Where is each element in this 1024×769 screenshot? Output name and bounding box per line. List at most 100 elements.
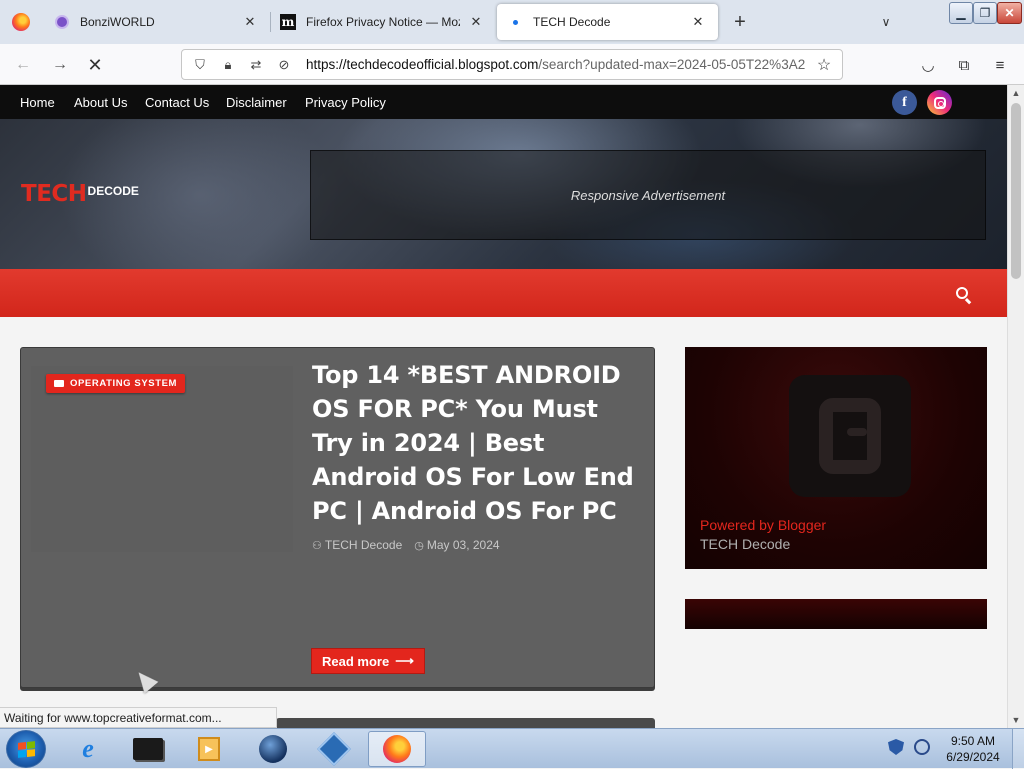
url-text[interactable]: https://techdecodeofficial.blogspot.com/…	[306, 57, 826, 72]
url-path: /search?updated-max=2024-05-05T22%3A2	[538, 57, 806, 72]
taskbar-virtualbox[interactable]	[310, 731, 358, 767]
advertisement-placeholder: Responsive Advertisement	[310, 150, 986, 240]
forward-button[interactable]: →	[47, 52, 73, 78]
minimize-button[interactable]: ▁	[949, 2, 973, 24]
firefox-view-button[interactable]	[0, 0, 42, 44]
nav-link-home[interactable]: Home	[20, 85, 55, 119]
facebook-icon[interactable]: f	[892, 90, 917, 115]
category-badge[interactable]: OPERATING SYSTEM	[46, 374, 186, 393]
post-title[interactable]: Top 14 *BEST ANDROID OS FOR PC* You Must…	[312, 358, 642, 528]
close-tab-icon[interactable]: ✕	[466, 12, 486, 32]
tab-tech-decode[interactable]: TECH Decode ✕	[497, 4, 718, 40]
folder-icon	[54, 380, 64, 387]
tab-title: TECH Decode	[533, 15, 611, 29]
tab-firefox-privacy[interactable]: m Firefox Privacy Notice — Mozill ✕	[270, 4, 496, 40]
scrollbar-thumb[interactable]	[1011, 103, 1021, 279]
loading-dot-icon	[507, 14, 523, 30]
ad-label: Responsive Advertisement	[570, 187, 726, 203]
site-logo[interactable]: TECH DECODE	[21, 181, 139, 207]
address-bar[interactable]: ⛉ 🔒︎ ⇄ ⊘ https://techdecodeofficial.blog…	[181, 49, 843, 80]
permissions-icon[interactable]: ⇄	[244, 53, 268, 77]
security-shield-icon[interactable]	[888, 739, 904, 755]
scroll-up-arrow-icon[interactable]: ▲	[1008, 85, 1024, 101]
globe-icon	[259, 735, 287, 763]
taskbar-media-player[interactable]: ▶	[185, 731, 233, 767]
navigation-toolbar: ← → ✕ ⛉ 🔒︎ ⇄ ⊘ https://techdecodeofficia…	[0, 44, 1024, 85]
virtualbox-icon	[317, 732, 351, 766]
mozilla-m-icon: m	[280, 14, 296, 30]
user-icon: ⚇	[312, 539, 322, 552]
show-desktop-button[interactable]	[1012, 729, 1024, 769]
page-scrollbar[interactable]: ▲ ▼	[1007, 85, 1024, 728]
scroll-down-arrow-icon[interactable]: ▼	[1008, 712, 1024, 728]
close-window-button[interactable]: ✕	[997, 2, 1022, 24]
firefox-icon	[12, 13, 30, 31]
pocket-icon[interactable]: ◡	[915, 52, 941, 78]
instagram-icon[interactable]	[927, 90, 952, 115]
taskbar-globe-app[interactable]	[249, 731, 297, 767]
taskbar-clock[interactable]: 9:50 AM 6/29/2024	[940, 733, 1006, 765]
tab-title: Firefox Privacy Notice — Mozill	[306, 15, 460, 29]
blogger-profile-widget: Powered by Blogger TECH Decode	[685, 347, 987, 569]
status-bar: Waiting for www.topcreativeformat.com...	[0, 707, 277, 728]
post-meta: ⚇ TECH Decode ◷ May 03, 2024	[312, 538, 500, 552]
windows-logo-icon	[17, 740, 35, 758]
network-icon[interactable]	[914, 739, 930, 755]
site-header: Home About Us Contact Us Disclaimer Priv…	[0, 85, 1007, 269]
list-all-tabs-button[interactable]: ∨	[876, 12, 896, 32]
tab-strip: BonziWORLD ✕ m Firefox Privacy Notice — …	[0, 0, 1024, 44]
bookmark-star-icon[interactable]: ☆	[812, 53, 836, 77]
media-player-icon: ▶	[198, 737, 220, 761]
stop-loading-button[interactable]: ✕	[82, 52, 108, 78]
tab-title: BonziWORLD	[80, 15, 155, 29]
clock-icon: ◷	[414, 539, 424, 552]
sidebar-widget-2	[685, 599, 987, 629]
author-name: TECH Decode	[324, 538, 403, 552]
tab-bonziworld[interactable]: BonziWORLD ✕	[44, 4, 271, 40]
clock-date: 6/29/2024	[946, 750, 1000, 764]
arrow-right-icon: ⟶	[395, 653, 414, 668]
featured-post-card: OPERATING SYSTEM Top 14 *BEST ANDROID OS…	[20, 347, 655, 688]
post-author[interactable]: ⚇ TECH Decode	[312, 538, 402, 552]
app-window-icon	[133, 738, 163, 760]
taskbar-app-window[interactable]	[124, 731, 172, 767]
bonzi-icon	[54, 14, 70, 30]
nav-link-disclaimer[interactable]: Disclaimer	[226, 85, 287, 119]
main-menu-bar	[0, 269, 1007, 317]
back-button[interactable]: ←	[10, 52, 36, 78]
hamburger-menu-icon[interactable]: ≡	[987, 52, 1013, 78]
next-post-card	[276, 718, 655, 728]
close-tab-icon[interactable]: ✕	[688, 12, 708, 32]
maximize-button[interactable]: ❐	[973, 2, 997, 24]
read-more-label: Read more	[322, 653, 390, 669]
close-tab-icon[interactable]: ✕	[240, 12, 260, 32]
category-label: OPERATING SYSTEM	[70, 378, 178, 389]
taskbar-internet-explorer[interactable]: e	[64, 731, 112, 767]
taskbar-firefox[interactable]	[368, 731, 426, 767]
powered-by-blogger-link[interactable]: Powered by Blogger	[700, 517, 826, 533]
blogger-logo-icon	[789, 375, 911, 497]
extensions-puzzle-icon[interactable]: ⧉	[951, 52, 977, 78]
system-tray	[888, 739, 930, 755]
clock-time: 9:50 AM	[950, 734, 996, 748]
internet-explorer-icon: e	[82, 734, 94, 763]
autoplay-blocked-icon[interactable]: ⊘	[272, 53, 296, 77]
page-viewport: Home About Us Contact Us Disclaimer Priv…	[0, 85, 1007, 728]
new-tab-button[interactable]: +	[728, 10, 752, 34]
top-nav: Home About Us Contact Us Disclaimer Priv…	[0, 85, 1007, 119]
date-text: May 03, 2024	[426, 538, 500, 552]
read-more-button[interactable]: Read more ⟶	[311, 648, 425, 674]
start-button[interactable]	[6, 730, 46, 768]
nav-link-privacy[interactable]: Privacy Policy	[305, 85, 386, 119]
tracking-protection-shield-icon[interactable]: ⛉	[188, 53, 212, 77]
lock-icon[interactable]: 🔒︎	[216, 53, 240, 77]
firefox-icon	[383, 735, 411, 763]
search-icon[interactable]	[948, 281, 976, 305]
nav-link-about[interactable]: About Us	[74, 85, 127, 119]
url-domain: https://techdecodeofficial.blogspot.com	[306, 57, 539, 72]
logo-tech-text: TECH	[21, 181, 87, 207]
nav-link-contact[interactable]: Contact Us	[145, 85, 209, 119]
logo-decode-text: DECODE	[87, 184, 139, 198]
post-thumbnail[interactable]	[31, 366, 293, 552]
post-date: ◷ May 03, 2024	[414, 538, 499, 552]
